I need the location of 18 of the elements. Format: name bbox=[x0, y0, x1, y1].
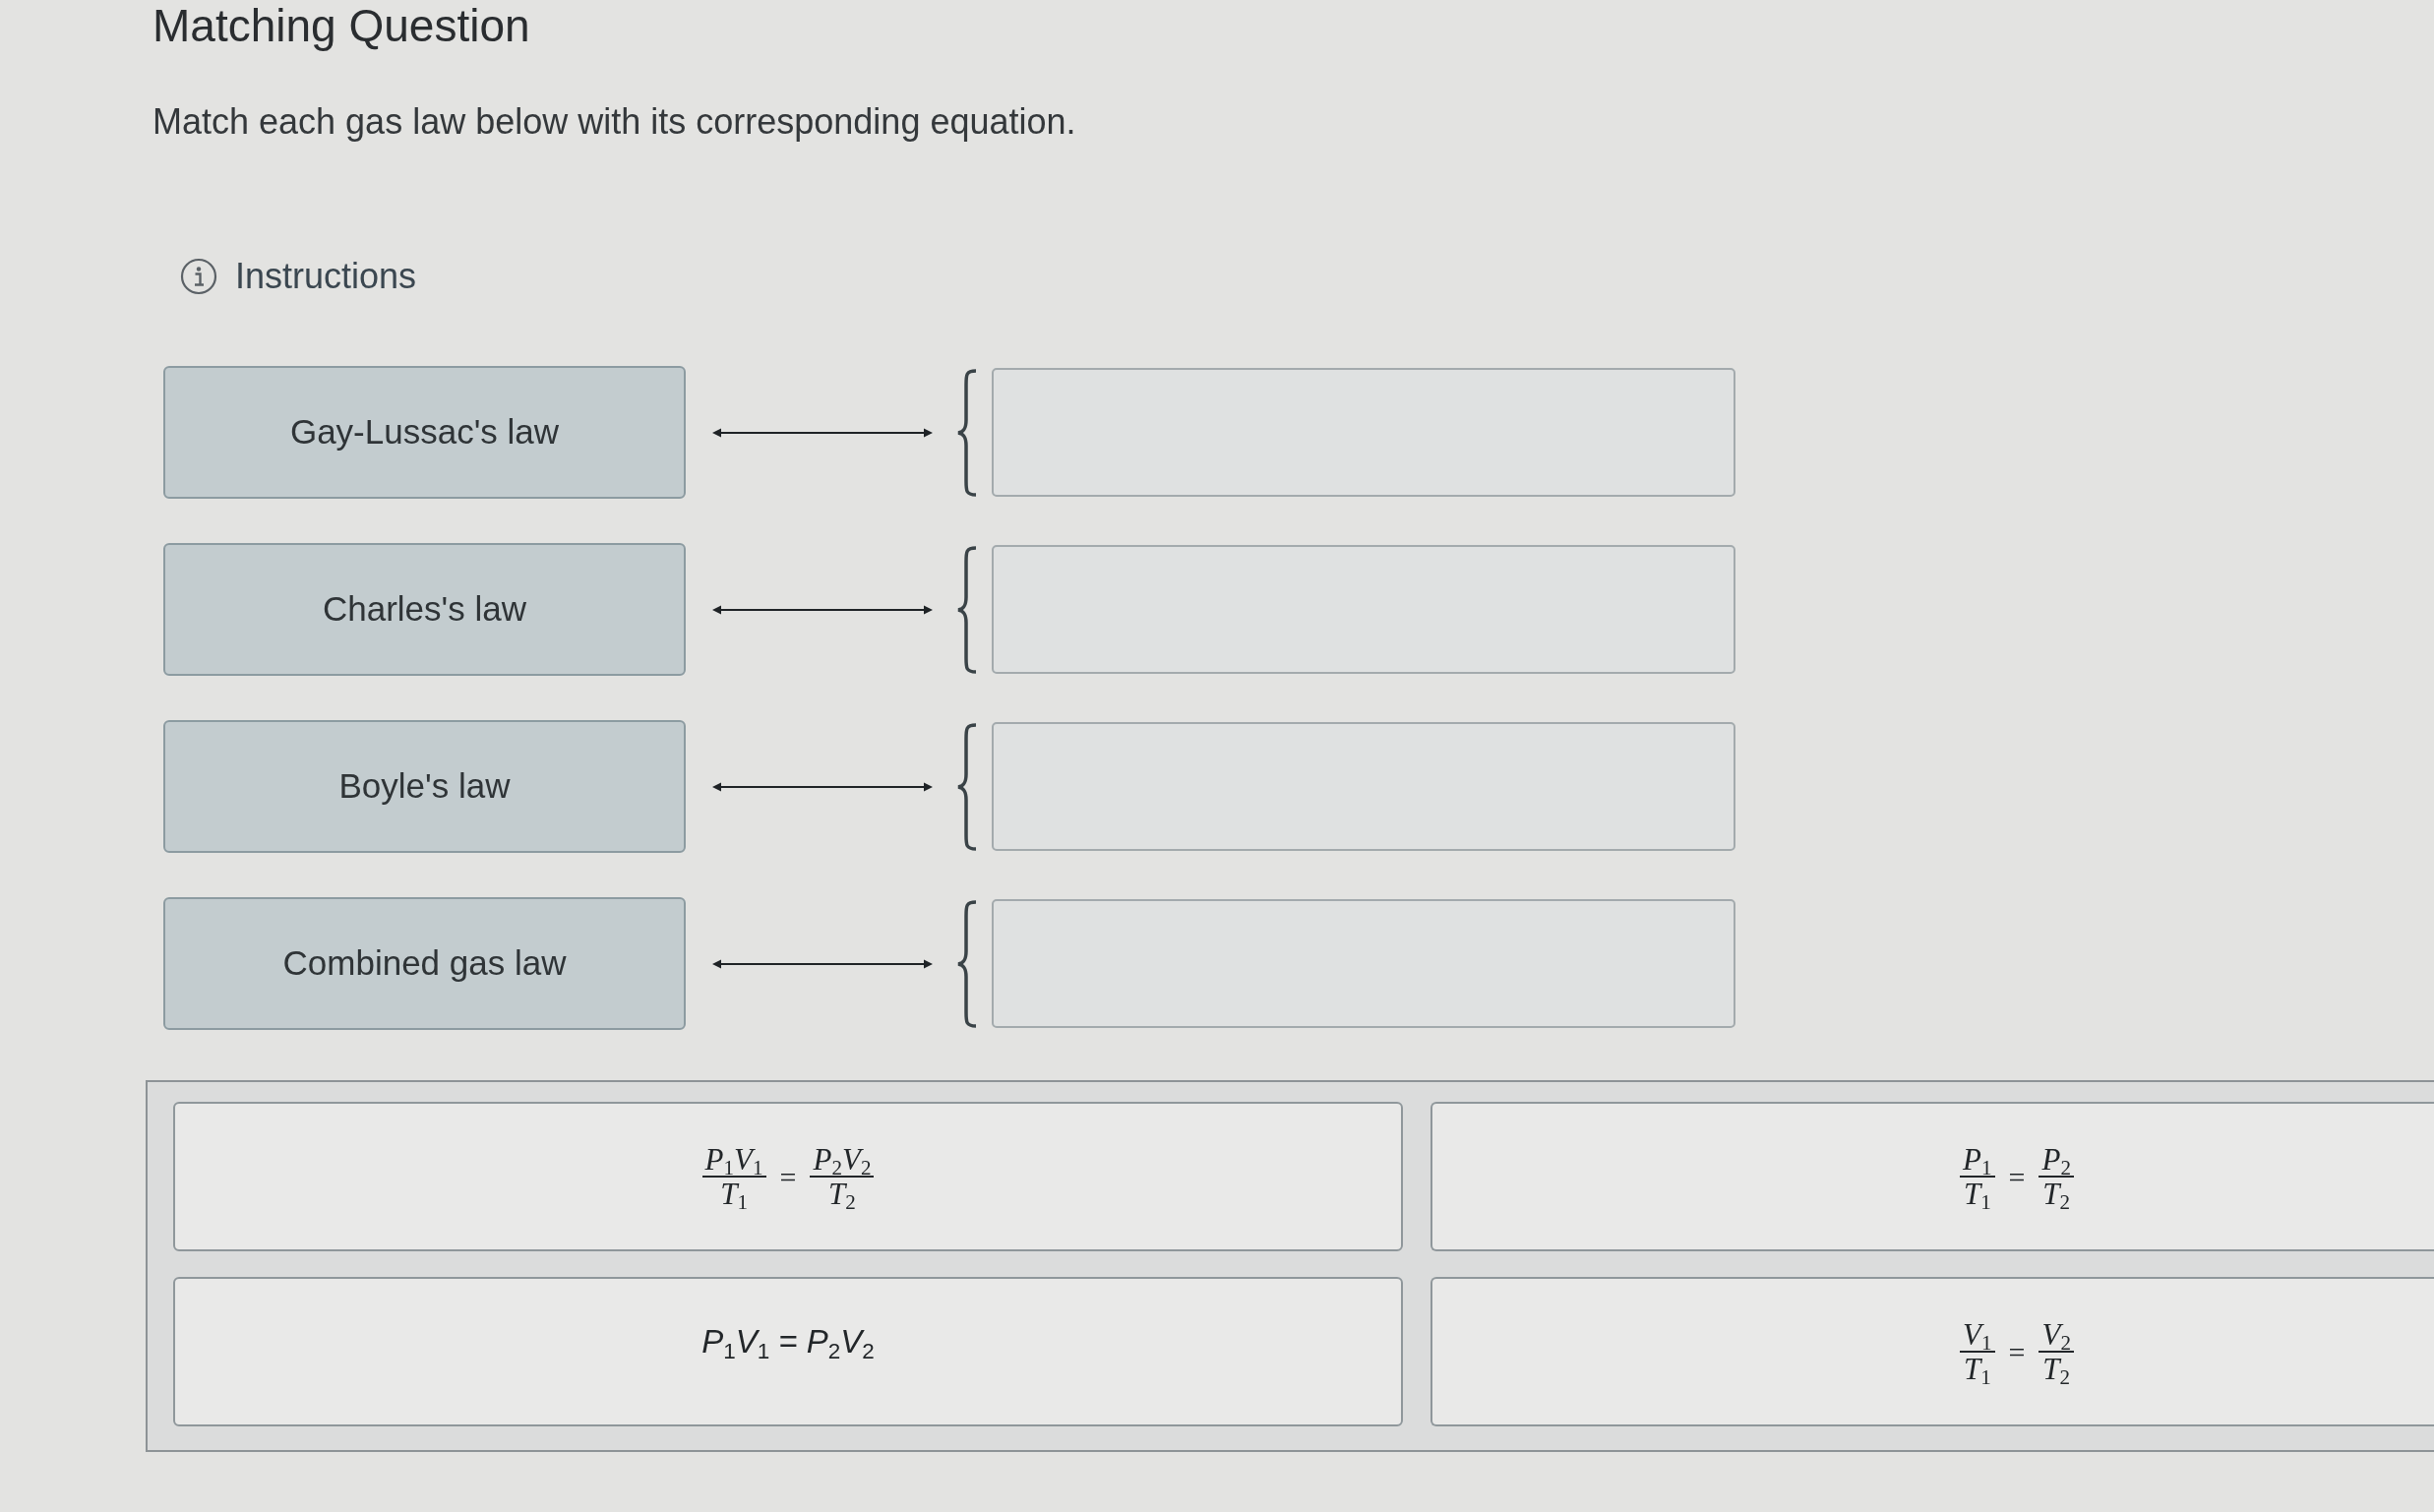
drop-zone-field[interactable] bbox=[992, 722, 1735, 851]
info-icon bbox=[180, 258, 217, 295]
gas-law-term: Gay-Lussac's law bbox=[163, 366, 686, 499]
equation-choice-card[interactable]: P$_{1}$V$_{1}$ = P$_{2}$V$_{2}$ bbox=[173, 1277, 1403, 1426]
curly-brace-icon bbox=[956, 368, 978, 497]
drop-zone-field[interactable] bbox=[992, 368, 1735, 497]
gas-law-term: Combined gas law bbox=[163, 897, 686, 1030]
drop-zone-field[interactable] bbox=[992, 899, 1735, 1028]
question-title: Matching Question bbox=[152, 0, 530, 51]
question-prompt: Match each gas law below with its corresponding equation. bbox=[152, 100, 1076, 144]
gas-law-term: Charles's law bbox=[163, 543, 686, 676]
gas-law-term: Boyle's law bbox=[163, 720, 686, 853]
curly-brace-icon bbox=[956, 545, 978, 674]
curly-brace-icon bbox=[956, 722, 978, 851]
drop-zone-field[interactable] bbox=[992, 545, 1735, 674]
equation-choice-card[interactable]: P$_{1}$V$_{1}$ T$_{1}$ = P$_{2}$V$_{2}$ T$_{2}$ bbox=[173, 1102, 1403, 1251]
curly-brace-icon bbox=[956, 899, 978, 1028]
instructions-link[interactable]: Instructions bbox=[180, 255, 417, 298]
